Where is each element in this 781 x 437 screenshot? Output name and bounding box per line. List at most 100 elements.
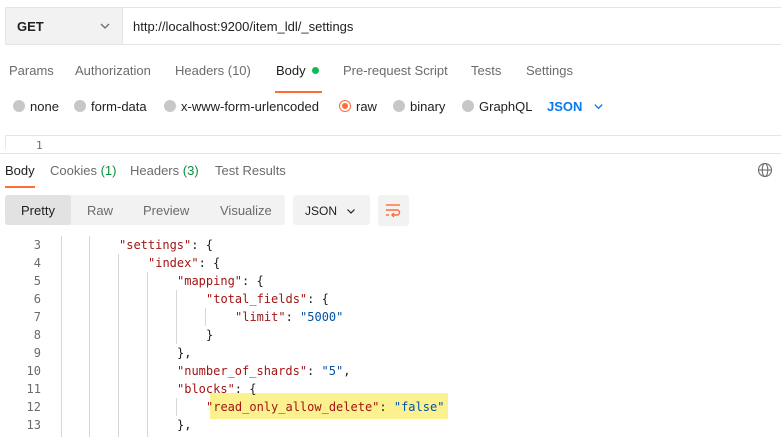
line-number: 5 <box>33 274 41 288</box>
code-text: "read_only_allow_delete": "false" <box>206 398 444 416</box>
request-body-editor[interactable]: 1 <box>5 135 781 149</box>
tab-headers[interactable]: Headers (10) <box>175 63 251 78</box>
code-text: "number_of_shards": "5", <box>177 362 350 380</box>
json-string: "5" <box>321 364 344 378</box>
response-code-viewer[interactable]: 3 "settings": {4 "index": {5 "mapping": {6 "… <box>0 236 781 437</box>
json-punctuation: }, <box>177 346 192 360</box>
tab-authorization[interactable]: Authorization <box>75 63 151 78</box>
line-number: 6 <box>33 292 41 306</box>
radio-binary-label[interactable]: binary <box>410 99 445 114</box>
json-key: "blocks" <box>177 382 235 396</box>
status-dot-icon <box>311 67 319 74</box>
code-text: }, <box>177 416 191 434</box>
raw-format-select[interactable]: JSON <box>547 99 582 114</box>
code-text: } <box>206 326 213 344</box>
indent-guide <box>205 308 206 326</box>
radio-graphql[interactable] <box>462 100 474 112</box>
line-number: 3 <box>33 238 41 252</box>
line-number: 7 <box>33 310 41 324</box>
response-tab-test-results[interactable]: Test Results <box>215 163 286 178</box>
json-punctuation: : { <box>191 238 213 252</box>
view-pretty-button[interactable]: Pretty <box>21 203 55 218</box>
line-number: 10 <box>26 364 41 378</box>
json-key: "number_of_shards" <box>177 364 308 378</box>
active-tab-indicator <box>5 186 35 188</box>
response-tab-headers-label: Headers <box>130 163 180 178</box>
code-text: }, <box>177 344 191 362</box>
radio-none-label[interactable]: none <box>30 99 59 114</box>
json-punctuation: : <box>285 310 301 324</box>
json-punctuation: : <box>307 364 322 378</box>
url-bar: GET http://localhost:9200/item_ldl/_sett… <box>5 7 781 45</box>
radio-raw-label[interactable]: raw <box>356 99 377 114</box>
tab-pre-request-script[interactable]: Pre-request Script <box>343 63 448 78</box>
indent-guide <box>176 290 177 344</box>
json-key: "index" <box>148 256 199 270</box>
json-punctuation: : <box>379 400 394 414</box>
headers-count: (3) <box>182 163 199 178</box>
view-visualize-button[interactable]: Visualize <box>220 203 272 218</box>
json-punctuation: }, <box>177 418 192 432</box>
json-key: "limit" <box>235 310 286 324</box>
cookies-count: (1) <box>100 163 117 178</box>
divider <box>0 153 781 154</box>
url-input[interactable]: http://localhost:9200/item_ldl/_settings <box>133 19 353 34</box>
indent-guide <box>118 254 119 437</box>
tab-params[interactable]: Params <box>9 63 54 78</box>
globe-icon[interactable] <box>757 162 773 178</box>
code-text: "settings": { <box>119 236 213 254</box>
indent-guide <box>147 272 148 437</box>
json-punctuation: : { <box>307 292 329 306</box>
radio-graphql-label[interactable]: GraphQL <box>479 99 532 114</box>
tab-settings[interactable]: Settings <box>526 63 573 78</box>
response-tab-body[interactable]: Body <box>5 163 35 178</box>
json-string: "5000" <box>300 310 344 324</box>
response-tab-cookies-label: Cookies <box>50 163 97 178</box>
json-string: "false" <box>393 400 445 414</box>
json-key: "read_only_allow_delete" <box>206 400 380 414</box>
tab-body[interactable]: Body <box>276 63 319 78</box>
response-tab-headers[interactable]: Headers (3) <box>130 163 199 178</box>
line-number: 4 <box>33 256 41 270</box>
radio-raw[interactable] <box>339 100 351 112</box>
json-key: "mapping" <box>177 274 243 288</box>
code-text: "limit": "5000" <box>235 308 343 326</box>
json-punctuation: , <box>343 364 351 378</box>
indent-guide <box>176 398 177 416</box>
json-key: "total_fields" <box>206 292 308 306</box>
view-preview-button[interactable]: Preview <box>143 203 189 218</box>
wrap-lines-button[interactable] <box>378 195 409 226</box>
chevron-down-icon <box>347 209 355 214</box>
radio-none[interactable] <box>13 100 25 112</box>
radio-urlencoded-label[interactable]: x-www-form-urlencoded <box>181 99 319 114</box>
line-number: 11 <box>26 382 41 396</box>
method-select[interactable]: GET <box>6 8 123 44</box>
indent-guide <box>89 236 90 437</box>
code-text: "index": { <box>148 254 220 272</box>
radio-binary[interactable] <box>393 100 405 112</box>
line-number: 1 <box>36 139 43 149</box>
json-punctuation: : { <box>234 382 257 396</box>
line-number: 9 <box>33 346 41 360</box>
line-number: 8 <box>33 328 41 342</box>
active-tab-indicator <box>275 91 322 93</box>
chevron-down-icon <box>100 23 110 29</box>
view-raw-button[interactable]: Raw <box>87 203 113 218</box>
chevron-down-icon[interactable] <box>593 101 604 112</box>
json-punctuation: : { <box>242 274 264 288</box>
response-format-select[interactable]: JSON <box>293 195 370 225</box>
radio-form-data[interactable] <box>74 100 86 112</box>
response-format-label: JSON <box>305 204 338 218</box>
tab-tests[interactable]: Tests <box>471 63 501 78</box>
json-punctuation: } <box>206 328 214 342</box>
response-tab-cookies[interactable]: Cookies (1) <box>50 163 116 178</box>
line-number: 12 <box>26 400 41 414</box>
tab-body-label: Body <box>276 63 306 78</box>
code-text: "blocks": { <box>177 380 256 398</box>
radio-urlencoded[interactable] <box>164 100 176 112</box>
line-number: 13 <box>26 418 41 432</box>
indent-guide <box>61 236 62 437</box>
radio-form-data-label[interactable]: form-data <box>91 99 147 114</box>
wrap-lines-icon <box>386 204 401 218</box>
code-text: "total_fields": { <box>206 290 329 308</box>
